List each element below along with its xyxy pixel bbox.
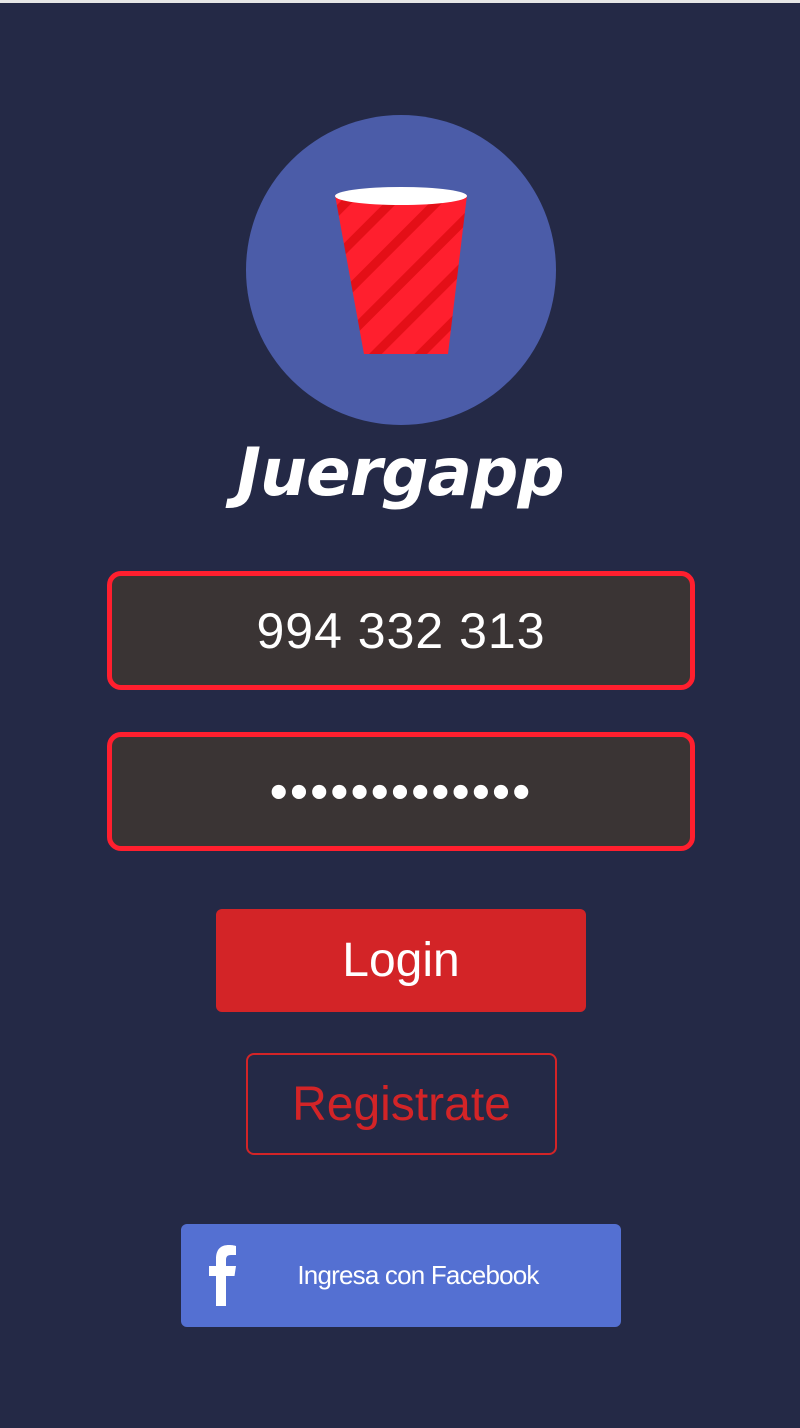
app-title: Juergapp <box>236 434 564 511</box>
app-logo <box>246 115 556 425</box>
facebook-f-icon <box>209 1245 236 1306</box>
password-input[interactable] <box>107 732 695 851</box>
register-button[interactable]: Registrate <box>246 1053 557 1155</box>
login-button[interactable]: Login <box>216 909 586 1012</box>
phone-input[interactable] <box>107 571 695 690</box>
facebook-login-button[interactable]: Ingresa con Facebook <box>181 1224 621 1327</box>
red-party-cup-icon <box>335 187 467 354</box>
facebook-login-label: Ingresa con Facebook <box>297 1260 539 1290</box>
